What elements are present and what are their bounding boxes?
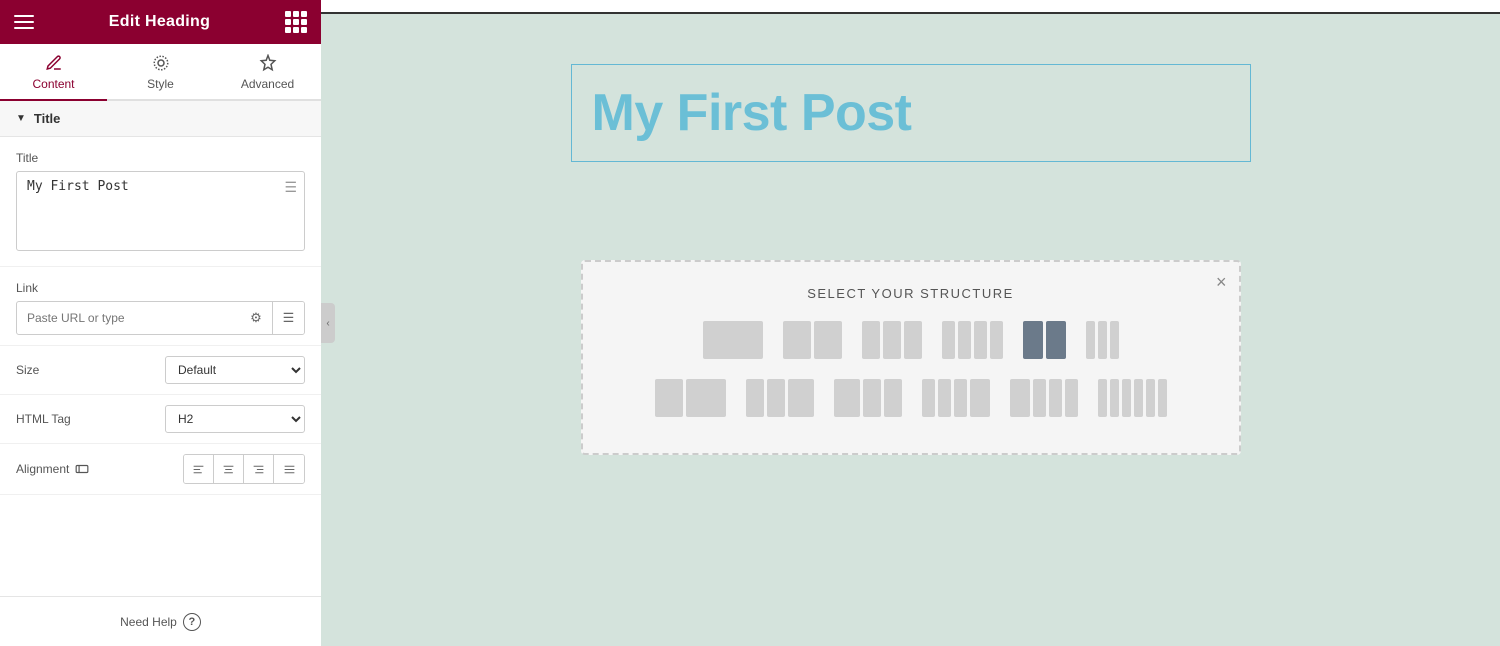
title-section-header[interactable]: ▼ Title (0, 101, 321, 137)
size-row: Size Default SmallMediumLargeXLXXL (0, 346, 321, 395)
align-left-button[interactable] (184, 455, 214, 483)
dynamic-tags-icon[interactable]: ☰ (284, 179, 297, 196)
tab-advanced[interactable]: Advanced (214, 44, 321, 99)
tab-content-label: Content (32, 77, 74, 91)
structure-1col[interactable] (699, 317, 767, 363)
left-panel: Edit Heading Content Style Advanced (0, 0, 321, 646)
structure-3col[interactable] (858, 317, 926, 363)
alignment-buttons (183, 454, 305, 484)
panel-header: Edit Heading (0, 0, 321, 44)
modal-title: SELECT YOUR STRUCTURE (603, 286, 1219, 301)
link-settings-icon[interactable]: ⚙ (240, 302, 272, 334)
help-icon[interactable]: ? (183, 613, 201, 631)
structure-6col[interactable] (1082, 317, 1123, 363)
align-right-button[interactable] (244, 455, 274, 483)
html-tag-row: HTML Tag H1H2H3H4 H5H6divspanp (0, 395, 321, 444)
title-field-label: Title (16, 151, 305, 165)
hamburger-menu-icon[interactable] (14, 15, 34, 29)
align-justify-button[interactable] (274, 455, 304, 483)
canvas: My First Post × SELECT YOUR STRUCTURE (321, 0, 1500, 646)
structure-row-equal (603, 317, 1219, 363)
link-input-row: ⚙ ☰ (16, 301, 305, 335)
structure-unequal-2col-a[interactable] (651, 375, 730, 421)
link-dynamic-icon[interactable]: ☰ (272, 302, 304, 334)
link-field-label: Link (16, 281, 305, 295)
alignment-row: Alignment (0, 444, 321, 495)
link-input[interactable] (17, 304, 240, 332)
structure-5col[interactable] (1019, 317, 1070, 363)
structure-select-modal: × SELECT YOUR STRUCTURE (581, 260, 1241, 455)
alignment-label: Alignment (16, 462, 89, 476)
tab-advanced-label: Advanced (241, 77, 294, 91)
canvas-top-bar (321, 0, 1500, 14)
structure-unequal-4col-a[interactable] (918, 375, 994, 421)
collapse-handle[interactable]: ‹ (321, 303, 335, 343)
heading-text: My First Post (592, 83, 1230, 143)
structure-unequal-3col-a[interactable] (742, 375, 818, 421)
size-label: Size (16, 363, 39, 377)
tabs-bar: Content Style Advanced (0, 44, 321, 101)
structure-4col[interactable] (938, 317, 1007, 363)
html-tag-label: HTML Tag (16, 412, 71, 426)
section-collapse-icon: ▼ (16, 113, 26, 124)
responsive-icon (75, 462, 89, 476)
structure-row-unequal (603, 375, 1219, 421)
structure-2col[interactable] (779, 317, 846, 363)
title-textarea-wrapper: My First Post ☰ (16, 171, 305, 256)
size-select[interactable]: Default SmallMediumLargeXLXXL (165, 356, 305, 384)
structure-unequal-6col[interactable] (1094, 375, 1171, 421)
tab-style[interactable]: Style (107, 44, 214, 99)
tab-content[interactable]: Content (0, 44, 107, 99)
panel-title: Edit Heading (109, 13, 210, 31)
modal-close-button[interactable]: × (1216, 272, 1227, 293)
alignment-text: Alignment (16, 462, 69, 476)
title-field-group: Title My First Post ☰ (0, 137, 321, 267)
heading-element[interactable]: My First Post (571, 64, 1251, 162)
need-help-label: Need Help (120, 615, 177, 629)
panel-footer: Need Help ? (0, 596, 321, 646)
link-field-group: Link ⚙ ☰ (0, 267, 321, 346)
title-textarea[interactable]: My First Post (16, 171, 305, 251)
tab-style-label: Style (147, 77, 174, 91)
panel-content: ▼ Title Title My First Post ☰ Link ⚙ ☰ S… (0, 101, 321, 646)
section-title-label: Title (34, 111, 61, 126)
align-center-button[interactable] (214, 455, 244, 483)
structure-unequal-3col-b[interactable] (830, 375, 906, 421)
structure-unequal-4col-b[interactable] (1006, 375, 1082, 421)
apps-grid-icon[interactable] (285, 11, 307, 33)
html-tag-select[interactable]: H1H2H3H4 H5H6divspanp (165, 405, 305, 433)
